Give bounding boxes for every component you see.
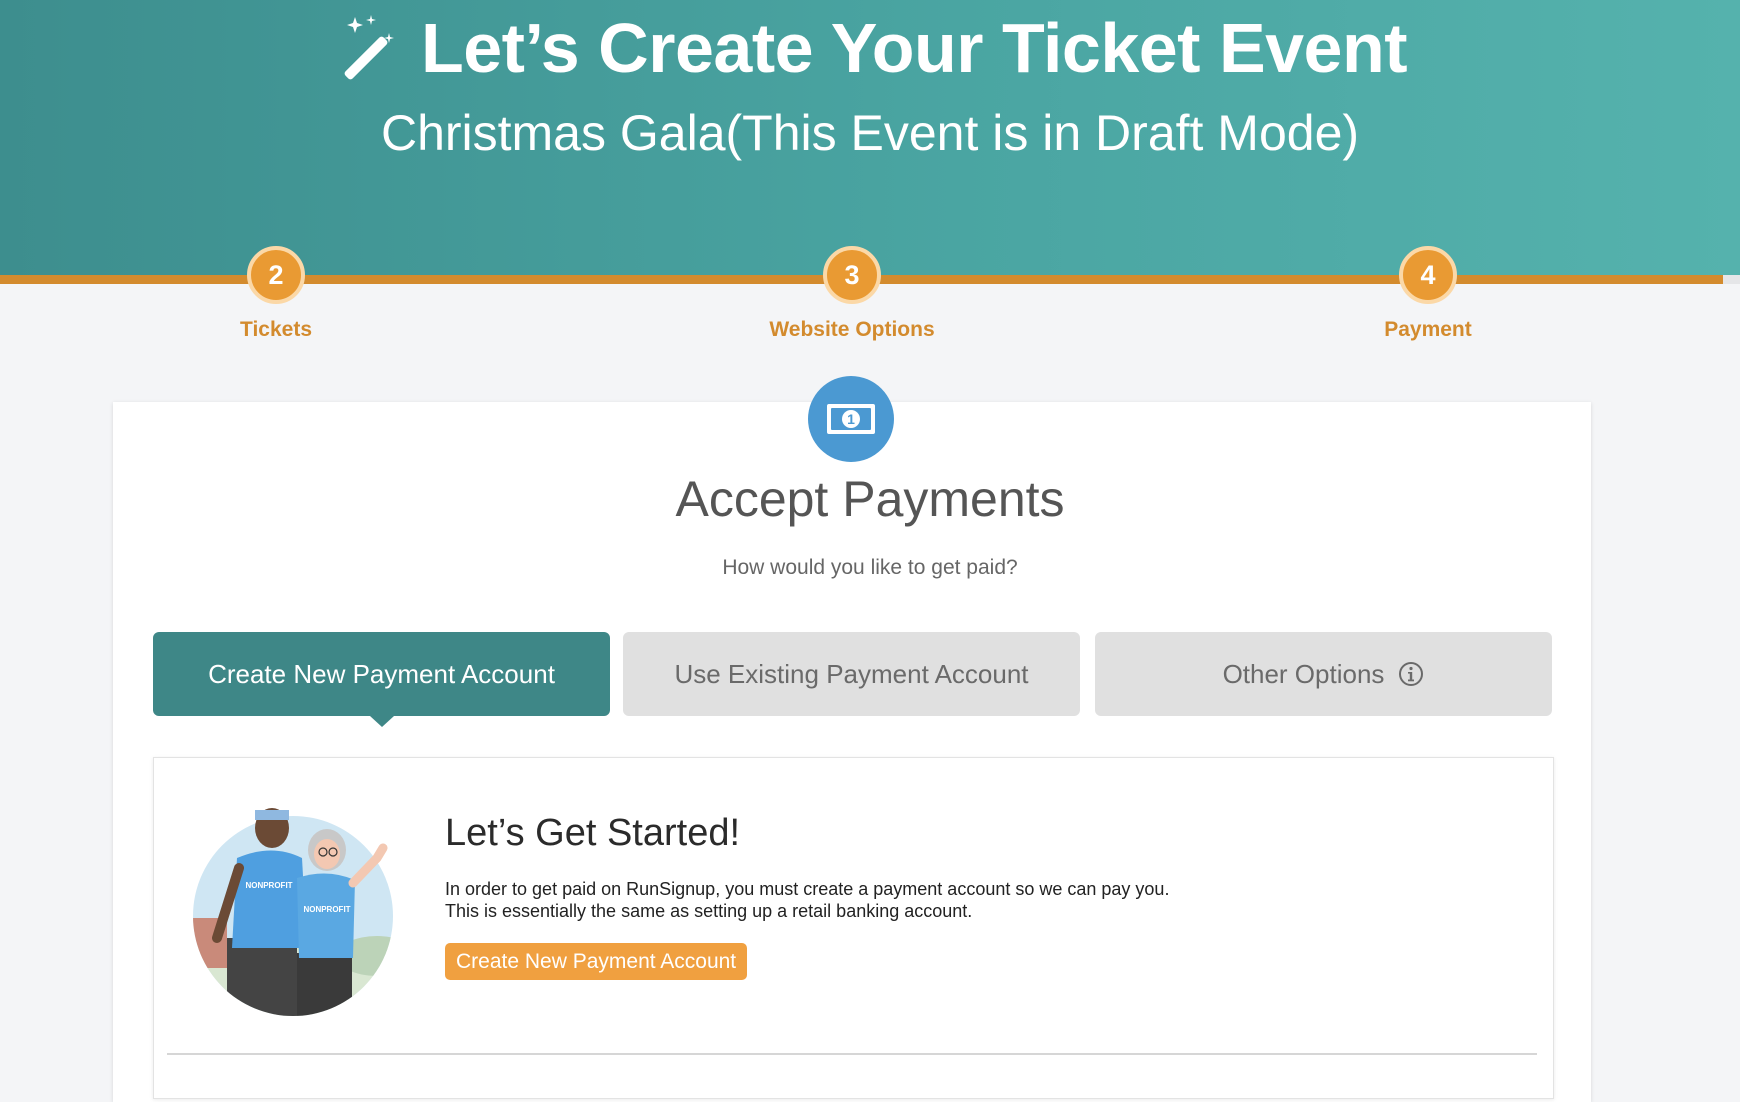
step-number: 2 (247, 246, 305, 304)
shirt-text: NONPROFIT (303, 905, 350, 914)
step-number: 4 (1399, 246, 1457, 304)
header-banner: Let’s Create Your Ticket Event Christmas… (0, 0, 1740, 275)
step-tickets[interactable]: 2 Tickets (146, 246, 406, 342)
tab-create-new-payment-account[interactable]: Create New Payment Account (153, 632, 610, 727)
step-website-options[interactable]: 3 Website Options (722, 246, 982, 342)
description-line: In order to get paid on RunSignup, you m… (445, 879, 1170, 899)
step-number: 3 (823, 246, 881, 304)
payment-tabs: Create New Payment Account Use Existing … (153, 632, 1552, 727)
description-line: This is essentially the same as setting … (445, 901, 973, 921)
shirt-text: NONPROFIT (245, 881, 292, 890)
section-subtitle: How would you like to get paid? (722, 556, 1018, 579)
step-label: Payment (1384, 318, 1472, 341)
magic-wand-icon (344, 15, 394, 80)
page-title: Let’s Create Your Ticket Event (0, 8, 1740, 88)
money-badge: 1 (808, 376, 894, 462)
tab-label: Create New Payment Account (208, 658, 555, 689)
step-label: Website Options (769, 318, 935, 341)
tab-label: Use Existing Payment Account (674, 658, 1029, 689)
tab-use-existing-payment-account[interactable]: Use Existing Payment Account (623, 632, 1080, 716)
get-started-title: Let’s Get Started! (445, 812, 741, 854)
step-label: Tickets (240, 318, 312, 341)
page-title-text: Let’s Create Your Ticket Event (420, 9, 1408, 87)
svg-text:1: 1 (847, 411, 855, 427)
section-title: Accept Payments (675, 471, 1065, 527)
event-subtitle: Christmas Gala(This Event is in Draft Mo… (380, 105, 1360, 161)
info-icon[interactable] (1398, 661, 1424, 687)
money-bill-icon: 1 (827, 404, 875, 434)
step-payment[interactable]: 4 Payment (1298, 246, 1558, 342)
create-new-payment-account-button[interactable]: Create New Payment Account (445, 943, 748, 980)
nonprofit-volunteers-illustration: NONPROFIT NONPROFIT (193, 808, 393, 1016)
divider (167, 1053, 1537, 1055)
get-started-description: In order to get paid on RunSignup, you m… (445, 878, 1345, 922)
tab-label: Other Options (1222, 658, 1385, 689)
tab-other-options[interactable]: Other Options (1095, 632, 1552, 716)
